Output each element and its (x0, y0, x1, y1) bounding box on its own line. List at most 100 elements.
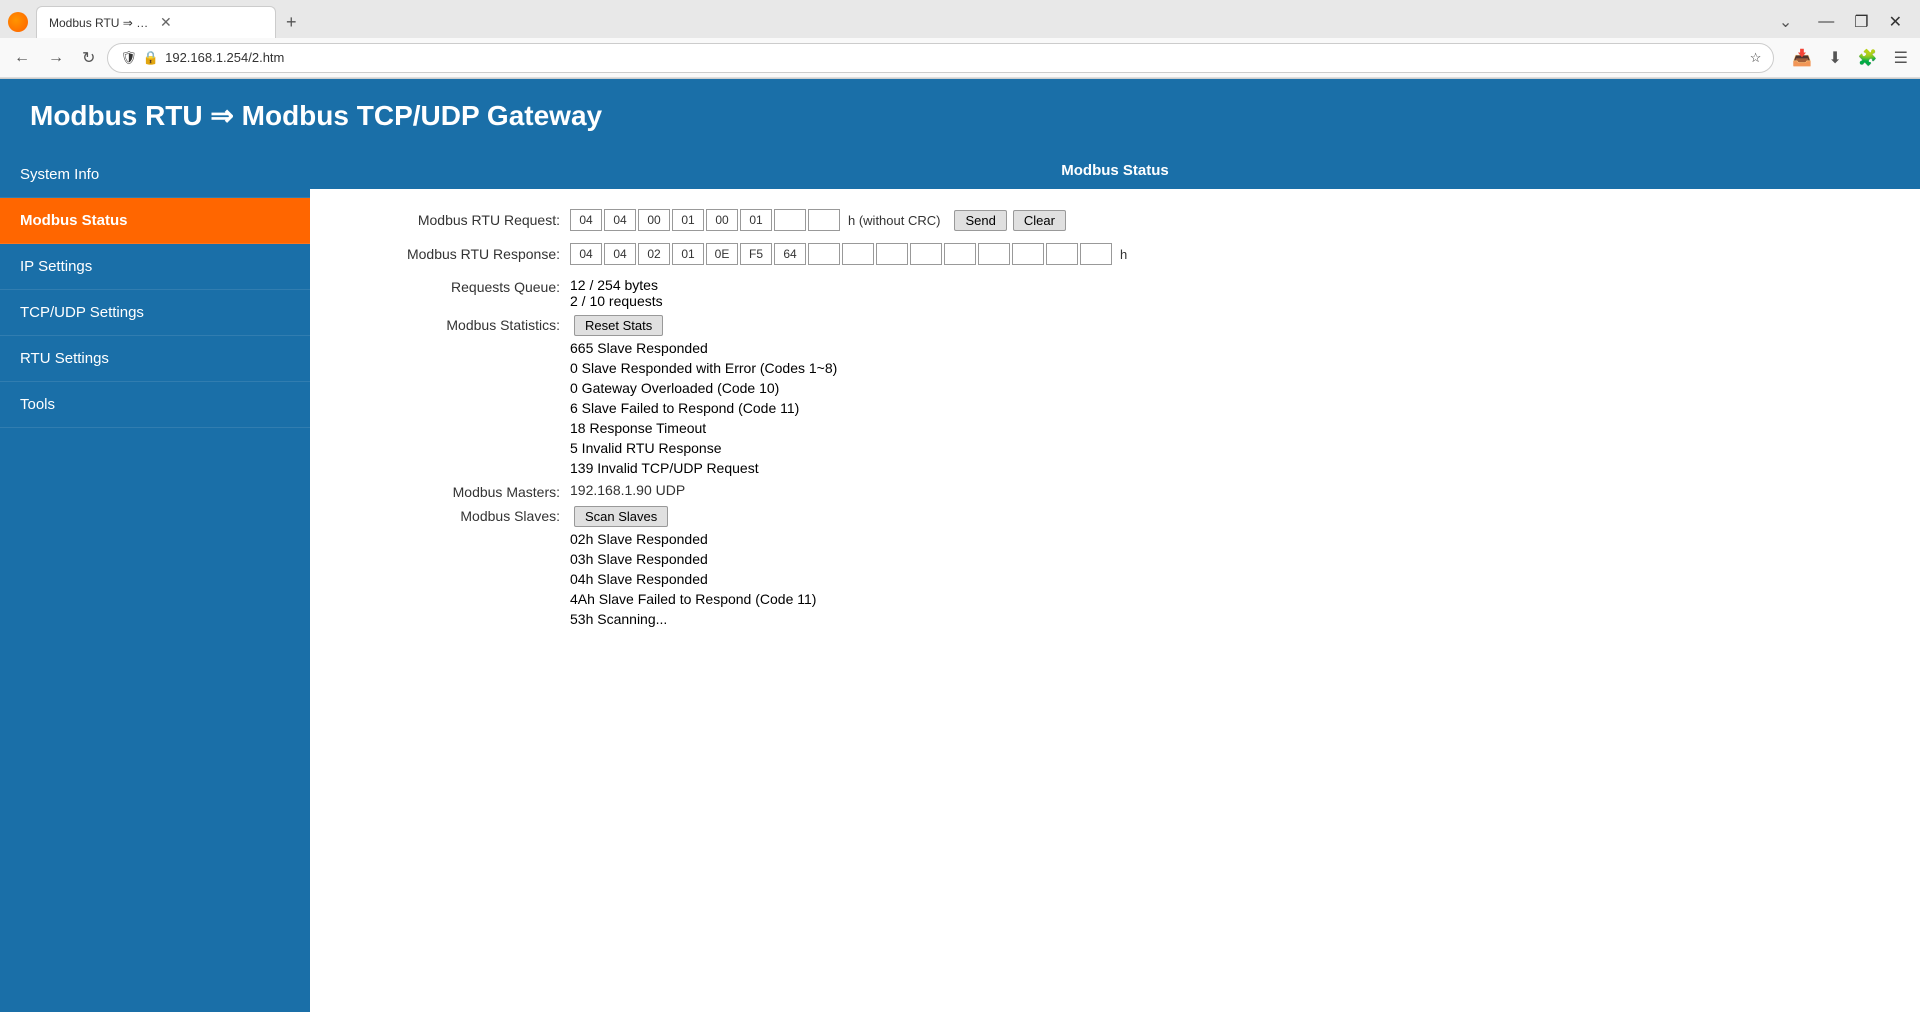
rtu-request-inputs: h (without CRC) Send Clear (570, 209, 1066, 231)
sidebar-item-modbus-status[interactable]: Modbus Status (0, 198, 310, 244)
rtu-resp-byte-6 (774, 243, 806, 265)
sidebar-item-tcp-udp-settings[interactable]: TCP/UDP Settings (0, 290, 310, 336)
sidebar-label-rtu-settings: RTU Settings (20, 350, 109, 367)
clear-button[interactable]: Clear (1013, 210, 1066, 231)
rtu-response-suffix: h (1120, 247, 1127, 262)
rtu-resp-byte-1 (604, 243, 636, 265)
requests-queue-label: Requests Queue: (340, 277, 560, 295)
rtu-req-byte-0[interactable] (570, 209, 602, 231)
close-button[interactable]: ✕ (1879, 12, 1912, 32)
stat-0: 665 Slave Responded (570, 340, 837, 356)
rtu-req-byte-5[interactable] (740, 209, 772, 231)
browser-tab[interactable]: Modbus RTU ⇒ Modbus TCP/UDP G ✕ (36, 6, 276, 38)
sidebar-label-ip-settings: IP Settings (20, 258, 92, 275)
sidebar-item-ip-settings[interactable]: IP Settings (0, 244, 310, 290)
minimize-button[interactable]: — (1808, 13, 1844, 31)
lock-icon: 🔒 (143, 50, 159, 66)
sidebar: System Info Modbus Status IP Settings TC… (0, 152, 310, 1012)
rtu-resp-byte-4 (706, 243, 738, 265)
rtu-req-byte-3[interactable] (672, 209, 704, 231)
address-bar[interactable]: 🛡 🔒 192.168.1.254/2.htm ☆ (107, 43, 1774, 73)
rtu-resp-byte-9 (876, 243, 908, 265)
rtu-response-row: Modbus RTU Response: (340, 243, 1890, 265)
security-icon: 🛡 (120, 50, 137, 66)
rtu-resp-byte-5 (740, 243, 772, 265)
slave-2: 04h Slave Responded (570, 571, 816, 587)
content-header: Modbus Status (310, 152, 1920, 189)
modbus-slaves-row: Modbus Slaves: Scan Slaves 02h Slave Res… (340, 506, 1890, 627)
slave-1: 03h Slave Responded (570, 551, 816, 567)
rtu-req-byte-2[interactable] (638, 209, 670, 231)
reload-button[interactable]: ↻ (76, 46, 101, 70)
pocket-icon[interactable]: 📥 (1788, 46, 1816, 70)
stat-2: 0 Gateway Overloaded (Code 10) (570, 380, 837, 396)
rtu-request-suffix: h (without CRC) (848, 213, 940, 228)
modbus-statistics-row: Modbus Statistics: Reset Stats 665 Slave… (340, 315, 1890, 476)
extensions-icon[interactable]: 🧩 (1854, 46, 1882, 70)
modbus-slaves-values: Scan Slaves 02h Slave Responded 03h Slav… (570, 506, 816, 627)
sidebar-label-modbus-status: Modbus Status (20, 212, 128, 229)
slave-4: 53h Scanning... (570, 611, 816, 627)
rtu-request-row: Modbus RTU Request: h (without CRC) Send… (340, 209, 1890, 231)
send-button[interactable]: Send (954, 210, 1006, 231)
rtu-resp-byte-14 (1046, 243, 1078, 265)
stat-5: 5 Invalid RTU Response (570, 440, 837, 456)
tab-overflow-button[interactable]: ⌄ (1771, 12, 1800, 32)
rtu-resp-byte-12 (978, 243, 1010, 265)
slave-3: 4Ah Slave Failed to Respond (Code 11) (570, 591, 816, 607)
browser-action-icons: 📥 ⬇ 🧩 ☰ (1788, 46, 1912, 70)
rtu-resp-byte-11 (944, 243, 976, 265)
rtu-req-byte-6[interactable] (774, 209, 806, 231)
slaves-list: 02h Slave Responded 03h Slave Responded … (570, 531, 816, 627)
sidebar-item-rtu-settings[interactable]: RTU Settings (0, 336, 310, 382)
reset-stats-button[interactable]: Reset Stats (574, 315, 663, 336)
queue-requests: 2 / 10 requests (570, 293, 663, 309)
modbus-masters-row: Modbus Masters: 192.168.1.90 UDP (340, 482, 1890, 500)
window-controls: — ❐ ✕ (1808, 12, 1912, 32)
rtu-resp-byte-0 (570, 243, 602, 265)
rtu-resp-byte-10 (910, 243, 942, 265)
requests-queue-values: 12 / 254 bytes 2 / 10 requests (570, 277, 663, 309)
download-icon[interactable]: ⬇ (1824, 46, 1845, 70)
back-button[interactable]: ← (8, 47, 36, 69)
tab-close-button[interactable]: ✕ (160, 14, 263, 31)
page-header: Modbus RTU ⇒ Modbus TCP/UDP Gateway (0, 79, 1920, 152)
rtu-req-byte-1[interactable] (604, 209, 636, 231)
modbus-masters-value: 192.168.1.90 UDP (570, 482, 685, 498)
forward-button[interactable]: → (42, 47, 70, 69)
rtu-resp-byte-3 (672, 243, 704, 265)
main-content: Modbus Status Modbus RTU Request: h (wit… (310, 152, 1920, 1012)
star-icon[interactable]: ☆ (1750, 50, 1762, 66)
sidebar-item-tools[interactable]: Tools (0, 382, 310, 428)
rtu-resp-byte-15 (1080, 243, 1112, 265)
rtu-resp-byte-13 (1012, 243, 1044, 265)
slave-0: 02h Slave Responded (570, 531, 816, 547)
tab-bar: Modbus RTU ⇒ Modbus TCP/UDP G ✕ + ⌄ — ❐ … (0, 0, 1920, 38)
rtu-req-byte-4[interactable] (706, 209, 738, 231)
stat-3: 6 Slave Failed to Respond (Code 11) (570, 400, 837, 416)
stat-4: 18 Response Timeout (570, 420, 837, 436)
requests-queue-row: Requests Queue: 12 / 254 bytes 2 / 10 re… (340, 277, 1890, 309)
menu-icon[interactable]: ☰ (1890, 46, 1912, 70)
rtu-resp-byte-8 (842, 243, 874, 265)
rtu-response-inputs: h (570, 243, 1135, 265)
new-tab-button[interactable]: + (280, 12, 303, 33)
modbus-masters-label: Modbus Masters: (340, 482, 560, 500)
stat-1: 0 Slave Responded with Error (Codes 1~8) (570, 360, 837, 376)
rtu-resp-byte-7 (808, 243, 840, 265)
modbus-slaves-label: Modbus Slaves: (340, 506, 560, 524)
sidebar-label-system-info: System Info (20, 166, 99, 183)
scan-slaves-button[interactable]: Scan Slaves (574, 506, 668, 527)
reset-stats-row: Reset Stats (570, 315, 837, 336)
content-body: Modbus RTU Request: h (without CRC) Send… (310, 189, 1920, 653)
rtu-req-byte-7[interactable] (808, 209, 840, 231)
rtu-request-label: Modbus RTU Request: (340, 212, 560, 228)
page-title: Modbus RTU ⇒ Modbus TCP/UDP Gateway (30, 99, 1890, 132)
rtu-response-label: Modbus RTU Response: (340, 246, 560, 262)
url-text: 192.168.1.254/2.htm (165, 50, 1744, 65)
navigation-bar: ← → ↻ 🛡 🔒 192.168.1.254/2.htm ☆ 📥 ⬇ 🧩 ☰ (0, 38, 1920, 78)
stats-list: 665 Slave Responded 0 Slave Responded wi… (570, 340, 837, 476)
sidebar-item-system-info[interactable]: System Info (0, 152, 310, 198)
maximize-button[interactable]: ❐ (1844, 12, 1878, 32)
modbus-statistics-values: Reset Stats 665 Slave Responded 0 Slave … (570, 315, 837, 476)
